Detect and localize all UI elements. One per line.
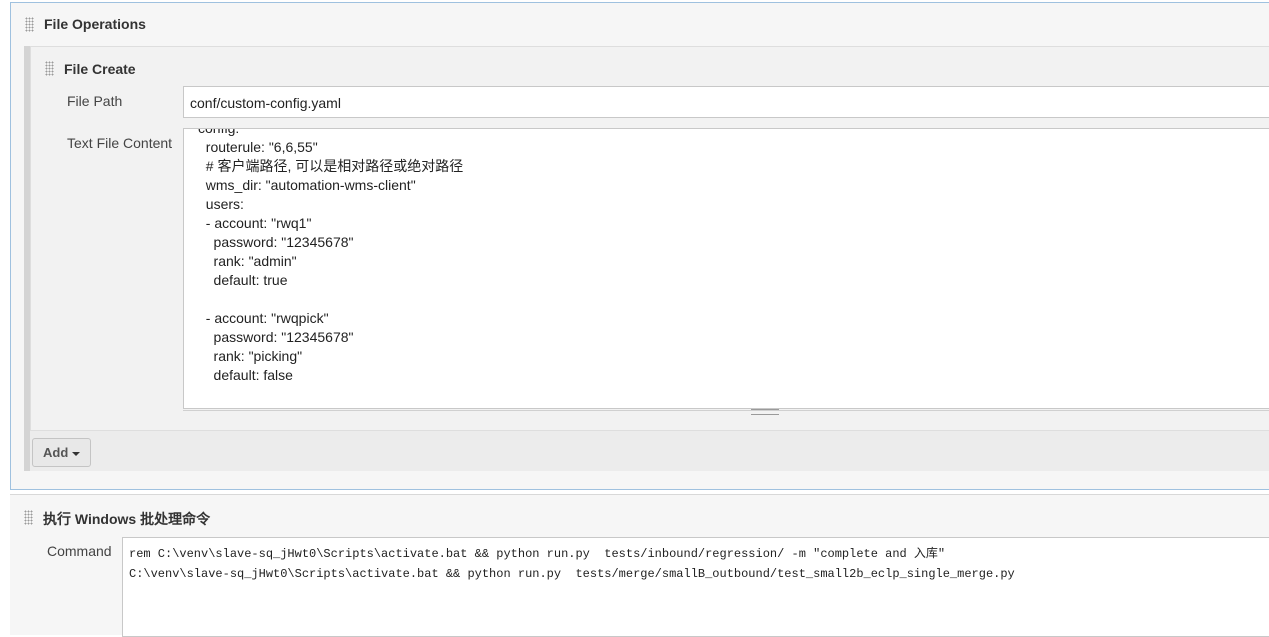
file-create-title: File Create [64, 61, 136, 77]
textarea-bottom-edge [183, 410, 1269, 411]
drag-handle-icon[interactable] [45, 61, 54, 76]
file-path-input[interactable]: conf/custom-config.yaml [183, 86, 1269, 118]
add-button[interactable]: Add [32, 438, 91, 467]
chevron-down-icon [72, 452, 80, 456]
file-path-label: File Path [67, 93, 123, 109]
command-line: C:\venv\slave-sq_jHwt0\Scripts\activate.… [129, 567, 1015, 581]
section-title: File Operations [44, 16, 146, 32]
text-file-content-value: config: routerule: "6,6,55" # 客户端路径, 可以是… [198, 128, 464, 383]
drag-handle-icon[interactable] [25, 17, 34, 32]
command-label: Command [47, 543, 112, 559]
text-file-content-label: Text File Content [67, 135, 173, 151]
text-file-content-textarea[interactable]: config: routerule: "6,6,55" # 客户端路径, 可以是… [183, 128, 1269, 409]
add-button-label: Add [43, 445, 69, 460]
command-textarea[interactable]: rem C:\venv\slave-sq_jHwt0\Scripts\activ… [122, 537, 1269, 637]
drag-handle-icon[interactable] [24, 510, 33, 525]
command-line: rem C:\venv\slave-sq_jHwt0\Scripts\activ… [129, 547, 946, 561]
textarea-resize-handle[interactable] [751, 409, 779, 415]
batch-section-title: 执行 Windows 批处理命令 [43, 511, 211, 527]
